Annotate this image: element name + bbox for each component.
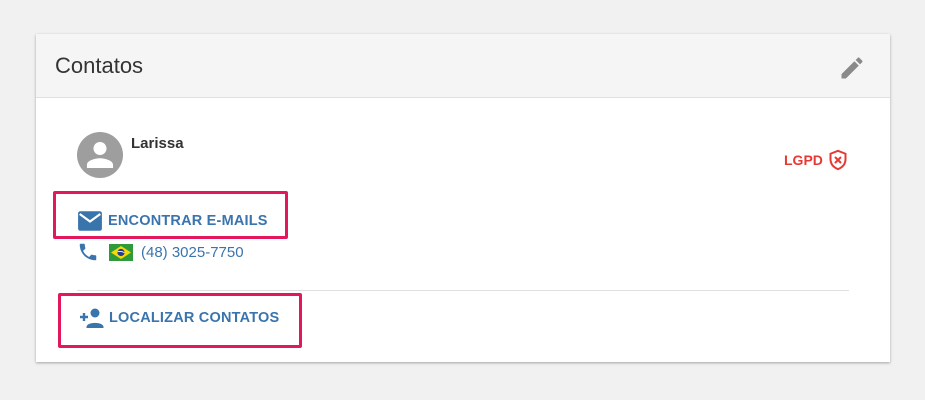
person-icon (86, 141, 114, 169)
pencil-icon (841, 57, 863, 79)
avatar (77, 132, 123, 178)
contacts-card: Contatos Larissa LGPD ENCONTRAR E-MAILS (36, 34, 890, 362)
phone-row: (48) 3025-7750 (77, 240, 244, 264)
phone-number[interactable]: (48) 3025-7750 (141, 244, 244, 261)
lgpd-badge[interactable]: LGPD (784, 147, 848, 173)
find-contacts-button[interactable]: LOCALIZAR CONTATOS (77, 307, 279, 329)
phone-icon (79, 243, 97, 261)
add-person-icon (80, 308, 104, 328)
find-emails-label: ENCONTRAR E-MAILS (108, 213, 268, 229)
lgpd-label: LGPD (784, 152, 823, 168)
edit-button[interactable] (838, 54, 866, 82)
card-header: Contatos (36, 34, 890, 98)
find-contacts-label: LOCALIZAR CONTATOS (109, 310, 280, 326)
card-title: Contatos (55, 53, 144, 78)
find-emails-button[interactable]: ENCONTRAR E-MAILS (77, 210, 268, 232)
shield-x-icon (829, 149, 847, 171)
divider (77, 290, 849, 291)
envelope-icon (78, 211, 102, 231)
brazil-flag-icon (109, 243, 133, 261)
contact-name: Larissa (131, 135, 184, 152)
